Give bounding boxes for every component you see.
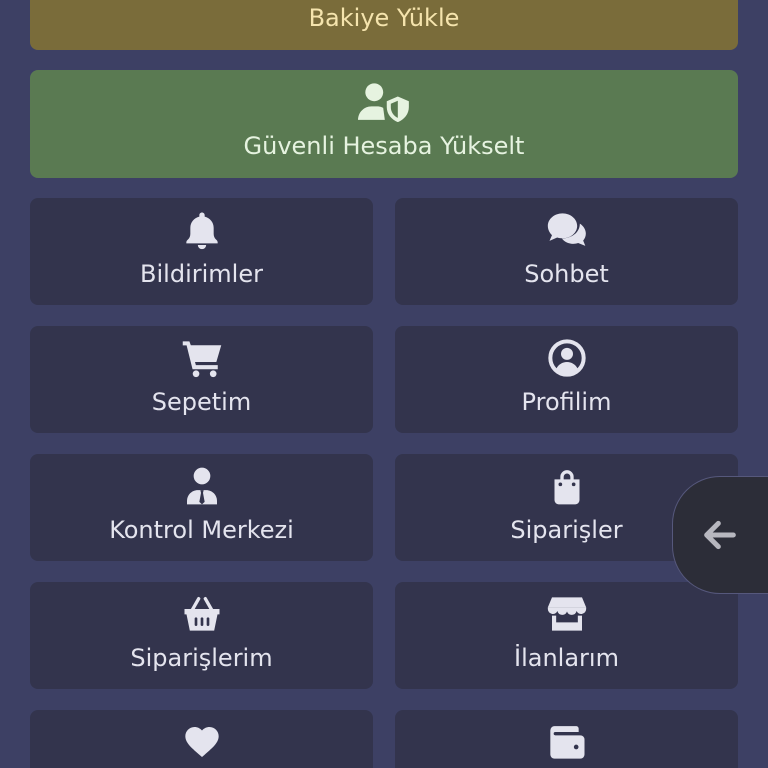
menu-tile-label: Sepetim [151, 388, 252, 416]
menu-tile-chat[interactable]: Sohbet [395, 198, 738, 305]
store-icon [395, 594, 738, 634]
cart-icon [30, 338, 373, 378]
wallet-icon [395, 722, 738, 762]
user-shield-icon [30, 82, 738, 122]
drawer-toggle-button[interactable] [672, 476, 768, 594]
menu-tile-label: İlanlarım [514, 644, 619, 672]
menu-tile-notifications[interactable]: Bildirimler [30, 198, 373, 305]
menu-tile-my-listings[interactable]: İlanlarım [395, 582, 738, 689]
menu-tile-label: Kontrol Merkezi [109, 516, 294, 544]
basket-icon [30, 594, 373, 634]
load-balance-label: Bakiye Yükle [308, 4, 460, 32]
arrow-left-icon [700, 515, 740, 555]
menu-tile-control-center[interactable]: Kontrol Merkezi [30, 454, 373, 561]
comments-icon [395, 210, 738, 250]
menu-tile-favorites[interactable] [30, 710, 373, 768]
upgrade-secure-account-button[interactable]: Güvenli Hesaba Yükselt [30, 70, 738, 178]
menu-tile-label: Profilim [521, 388, 612, 416]
upgrade-secure-account-label: Güvenli Hesaba Yükselt [243, 132, 525, 160]
menu-tile-cart[interactable]: Sepetim [30, 326, 373, 433]
user-tie-icon [30, 466, 373, 506]
menu-grid: Bildirimler Sohbet Sepetim Profilim Kont… [30, 198, 738, 768]
load-balance-button[interactable]: Bakiye Yükle [30, 0, 738, 50]
user-circle-icon [395, 338, 738, 378]
menu-tile-my-orders[interactable]: Siparişlerim [30, 582, 373, 689]
menu-screen: Bakiye Yükle Güvenli Hesaba Yükselt Bild… [0, 0, 768, 768]
menu-tile-label: Siparişlerim [130, 644, 273, 672]
bell-icon [30, 210, 373, 250]
menu-tile-profile[interactable]: Profilim [395, 326, 738, 433]
menu-tile-label: Sohbet [524, 260, 609, 288]
menu-tile-wallet[interactable] [395, 710, 738, 768]
heart-icon [30, 722, 373, 762]
menu-tile-label: Bildirimler [140, 260, 263, 288]
